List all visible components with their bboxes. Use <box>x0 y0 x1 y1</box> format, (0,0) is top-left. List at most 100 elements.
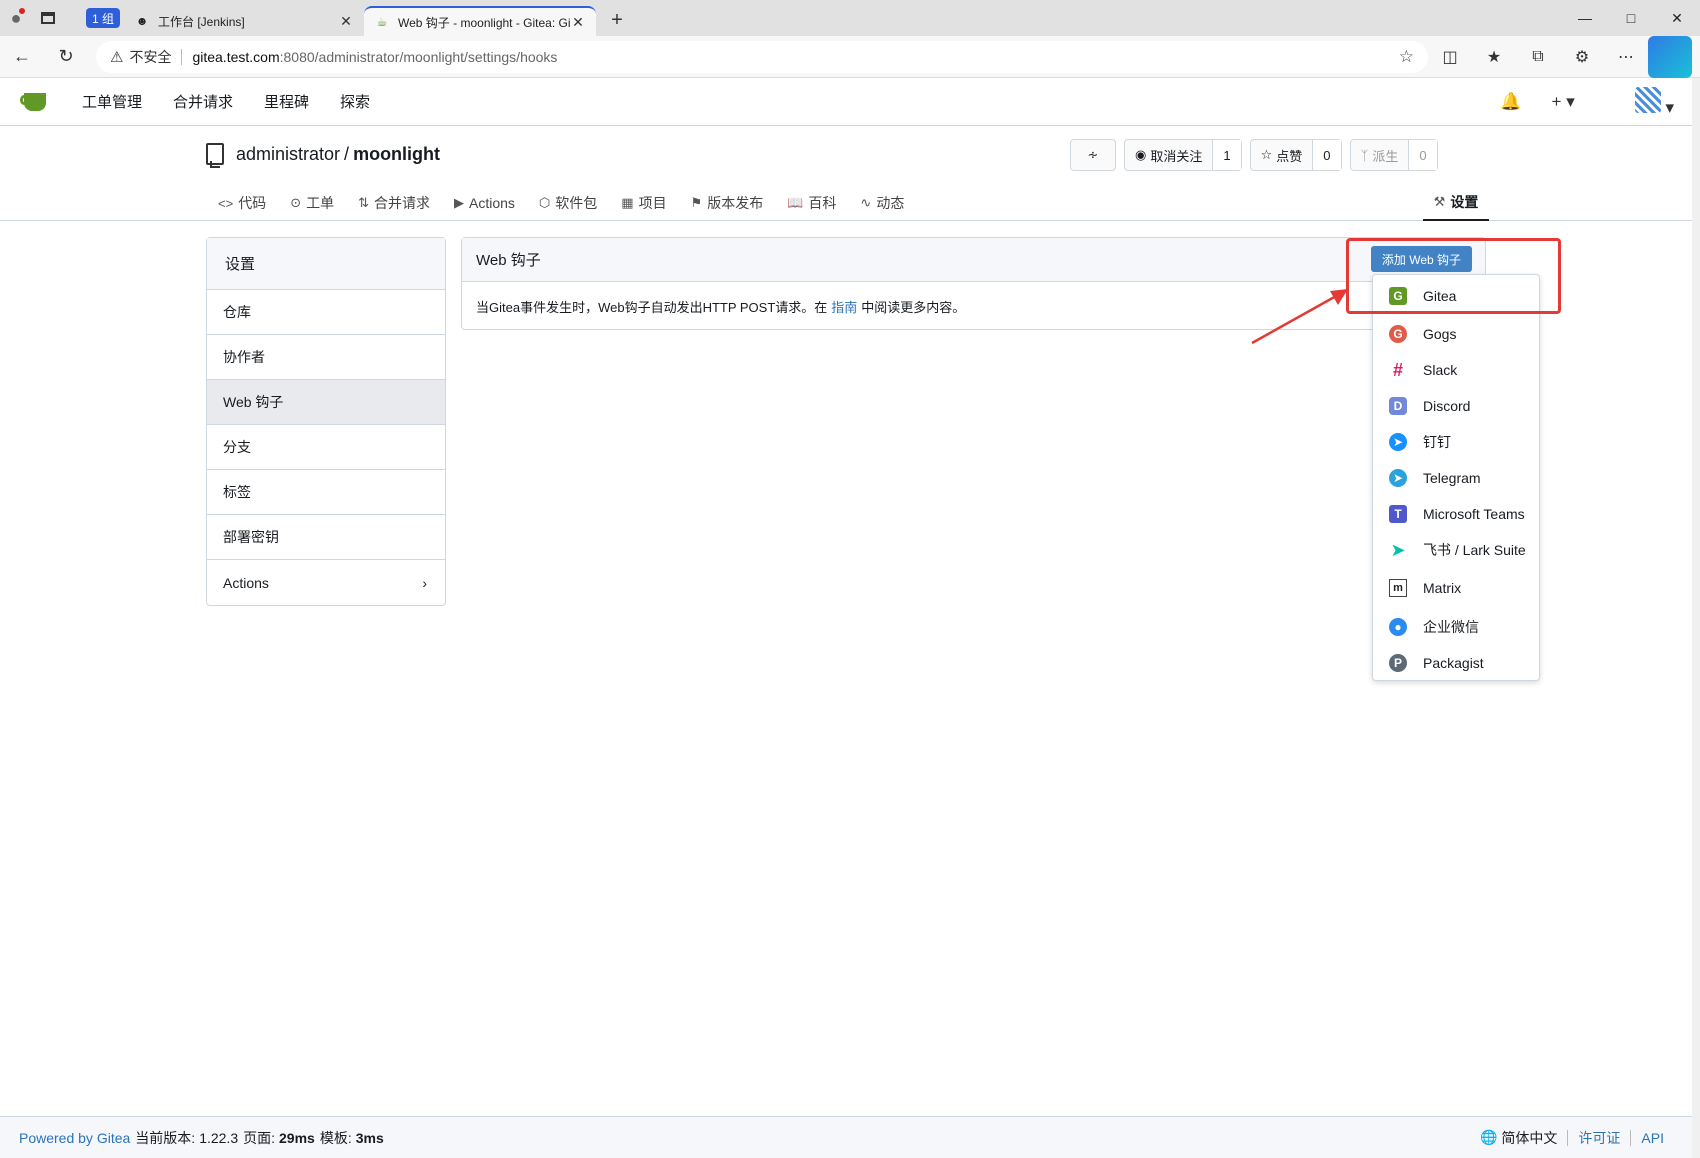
sidebar-item-actions[interactable]: Actions › <box>207 560 445 605</box>
page-time-value: 29ms <box>279 1129 315 1146</box>
watch-count[interactable]: 1 <box>1212 140 1241 170</box>
nav-pulls[interactable]: 合并请求 <box>173 91 233 112</box>
sidebar-item-branches[interactable]: 分支 <box>207 425 445 470</box>
collections-icon[interactable]: ⧉ <box>1516 36 1560 78</box>
fork-icon: ᛉ <box>1360 147 1369 163</box>
menu-item-feishu[interactable]: ➤ 飞书 / Lark Suite <box>1373 534 1539 566</box>
maximize-icon[interactable]: □ <box>1608 0 1654 36</box>
webhook-type-menu: G Gitea G Gogs # Slack D Discord ➤ 钉钉 ➤ Telegr… <box>1372 274 1540 681</box>
annotation-highlight-box <box>1346 238 1561 314</box>
tab-issues[interactable]: ⊙ 工单 <box>290 185 334 221</box>
new-tab-button[interactable]: + <box>602 5 632 35</box>
gogs-icon: G <box>1389 325 1407 343</box>
sidebar-item-webhooks[interactable]: Web 钩子 <box>207 380 445 425</box>
more-icon[interactable]: ⋯ <box>1604 36 1648 78</box>
create-menu-icon[interactable]: + ▾ <box>1552 92 1575 112</box>
browser-tools: ◫ ★ ⧉ ⚙ ⋯ <box>1428 36 1692 78</box>
pull-request-icon: ⇅ <box>358 195 369 210</box>
discord-icon: D <box>1389 397 1407 415</box>
license-link[interactable]: 许可证 <box>1578 1128 1620 1148</box>
fork-label: 派生 <box>1372 148 1399 164</box>
menu-item-gogs[interactable]: G Gogs <box>1373 318 1539 350</box>
close-window-icon[interactable]: ✕ <box>1654 0 1700 36</box>
tab-actions-icon[interactable] <box>32 0 64 36</box>
rss-button[interactable]: ∻ <box>1070 139 1116 171</box>
star-count[interactable]: 0 <box>1312 140 1341 170</box>
tab-settings[interactable]: ⚒ 设置 <box>1423 185 1489 221</box>
play-icon: ▶ <box>454 195 464 210</box>
favorites-icon[interactable]: ★ <box>1472 36 1516 78</box>
extensions-icon[interactable]: ⚙ <box>1560 36 1604 78</box>
watch-label: 取消关注 <box>1150 148 1203 164</box>
api-link[interactable]: API <box>1641 1130 1664 1146</box>
tab-wiki[interactable]: 📖 百科 <box>787 185 836 221</box>
msteams-icon: T <box>1389 505 1407 523</box>
profile-icon[interactable]: ● <box>0 0 32 36</box>
repo-name-link[interactable]: moonlight <box>353 144 440 165</box>
copilot-icon[interactable] <box>1648 36 1692 78</box>
menu-item-packagist[interactable]: P Packagist <box>1373 647 1539 679</box>
menu-item-label: Microsoft Teams <box>1423 506 1525 522</box>
menu-item-label: 飞书 / Lark Suite <box>1423 542 1526 558</box>
tab-pulls[interactable]: ⇅ 合并请求 <box>358 185 430 221</box>
telegram-icon: ➤ <box>1389 469 1407 487</box>
repo-title: administrator / moonlight <box>206 143 440 168</box>
browser-tab-gitea[interactable]: ☕ Web 钩子 - moonlight - Gitea: Git ✕ <box>364 6 597 36</box>
powered-by-link[interactable]: Powered by Gitea <box>19 1130 130 1146</box>
bell-icon[interactable]: 🔔 <box>1500 92 1521 112</box>
gitea-logo-icon[interactable] <box>20 91 52 113</box>
tab-title: Web 钩子 - moonlight - Gitea: Git <box>398 15 571 30</box>
menu-item-msteams[interactable]: T Microsoft Teams <box>1373 498 1539 530</box>
user-menu[interactable]: ▾ <box>1605 86 1674 118</box>
guide-link[interactable]: 指南 <box>831 297 857 316</box>
menu-item-matrix[interactable]: m Matrix <box>1373 572 1539 604</box>
page-scrollbar[interactable] <box>1692 78 1700 1158</box>
sidebar-item-repository[interactable]: 仓库 <box>207 290 445 335</box>
star-icon: ☆ <box>1260 147 1273 162</box>
menu-item-dingtalk[interactable]: ➤ 钉钉 <box>1373 426 1539 458</box>
tab-actions[interactable]: ▶ Actions <box>454 185 515 221</box>
refresh-icon[interactable]: ↻ <box>44 36 88 78</box>
tab-label: 合并请求 <box>374 195 430 211</box>
warning-icon: ⚠ <box>110 49 124 66</box>
repo-tabs: <> 代码 ⊙ 工单 ⇅ 合并请求 ▶ Actions ⬡ 软件包 ▦ 项目 ⚑ 版本发布 📖… <box>218 185 1489 221</box>
menu-item-wechat-work[interactable]: ● 企业微信 <box>1373 611 1539 643</box>
dingtalk-icon: ➤ <box>1389 433 1407 451</box>
browser-tab-bar: ● 1 组 ☻ 工作台 [Jenkins] ✕ ☕ Web 钩子 - moonl… <box>0 0 1700 36</box>
sidebar-item-tags[interactable]: 标签 <box>207 470 445 515</box>
menu-item-slack[interactable]: # Slack <box>1373 354 1539 386</box>
nav-milestones[interactable]: 里程碑 <box>264 91 309 112</box>
menu-item-label: Packagist <box>1423 655 1484 671</box>
star-button[interactable]: ☆ 点赞 0 <box>1249 139 1342 171</box>
menu-item-discord[interactable]: D Discord <box>1373 390 1539 422</box>
window-controls: — □ ✕ <box>1562 0 1700 36</box>
fork-count[interactable]: 0 <box>1408 140 1437 170</box>
back-icon[interactable]: ← <box>0 36 44 78</box>
tab-projects[interactable]: ▦ 项目 <box>621 185 666 221</box>
repo-owner-link[interactable]: administrator <box>236 144 340 165</box>
favorite-star-icon[interactable]: ☆ <box>1399 47 1414 67</box>
tab-group-chip[interactable]: 1 组 <box>86 8 121 28</box>
browser-tab-jenkins[interactable]: ☻ 工作台 [Jenkins] ✕ <box>124 6 364 36</box>
nav-explore[interactable]: 探索 <box>340 91 370 112</box>
nav-issues[interactable]: 工单管理 <box>82 91 142 112</box>
sidebar-item-deploy-keys[interactable]: 部署密钥 <box>207 515 445 560</box>
tab-activity[interactable]: ∿ 动态 <box>860 185 904 221</box>
tab-releases[interactable]: ⚑ 版本发布 <box>691 185 764 221</box>
repo-icon <box>206 143 224 168</box>
minimize-icon[interactable]: — <box>1562 0 1608 36</box>
language-selector[interactable]: 简体中文 <box>1501 1128 1557 1148</box>
package-icon: ⬡ <box>538 195 551 210</box>
close-tab-icon[interactable]: ✕ <box>338 13 354 30</box>
fork-button[interactable]: ᛉ 派生 0 <box>1349 139 1438 171</box>
menu-item-label: Discord <box>1423 398 1471 414</box>
split-screen-icon[interactable]: ◫ <box>1428 36 1472 78</box>
pulse-icon: ∿ <box>860 195 872 210</box>
sidebar-item-collaborators[interactable]: 协作者 <box>207 335 445 380</box>
close-tab-icon[interactable]: ✕ <box>570 14 586 31</box>
menu-item-telegram[interactable]: ➤ Telegram <box>1373 462 1539 494</box>
tab-code[interactable]: <> 代码 <box>218 185 266 221</box>
tab-packages[interactable]: ⬡ 软件包 <box>539 185 597 221</box>
url-field[interactable]: ⚠ 不安全 gitea.test.com:8080/administrator/… <box>96 41 1428 73</box>
watch-button[interactable]: ◉ 取消关注 1 <box>1124 139 1242 171</box>
